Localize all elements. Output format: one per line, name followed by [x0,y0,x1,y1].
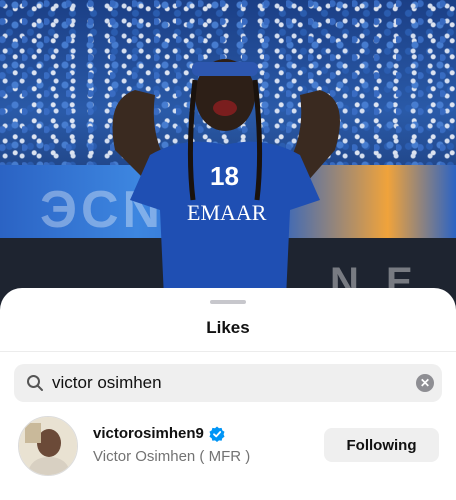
username-line: victorosimhen9 [93,425,225,442]
avatar[interactable] [18,416,78,476]
background-photo: ЭСN2 N E 18 EMAAR [0,0,456,320]
clear-icon[interactable]: ✕ [416,374,434,392]
likes-sheet: Likes ✕ victorosimhen9 Victor Osimhen ( … [0,288,456,500]
list-item[interactable]: victorosimhen9 Victor Osimhen ( MFR ) Fo… [0,413,456,479]
username[interactable]: victorosimhen9 [93,425,204,442]
divider [0,351,456,352]
avatar-image [19,417,77,475]
player-figure: 18 EMAAR [112,59,340,320]
following-button[interactable]: Following [324,428,439,462]
search-icon [27,375,43,391]
full-name: Victor Osimhen ( MFR ) [93,448,251,465]
sheet-grabber[interactable] [210,300,246,304]
jersey-number: 18 [210,161,239,191]
jersey-sponsor: EMAAR [187,200,267,225]
sheet-title: Likes [206,318,250,337]
search-input[interactable] [52,364,412,402]
verified-badge-icon [209,426,225,442]
search-bar[interactable]: ✕ [14,364,442,402]
